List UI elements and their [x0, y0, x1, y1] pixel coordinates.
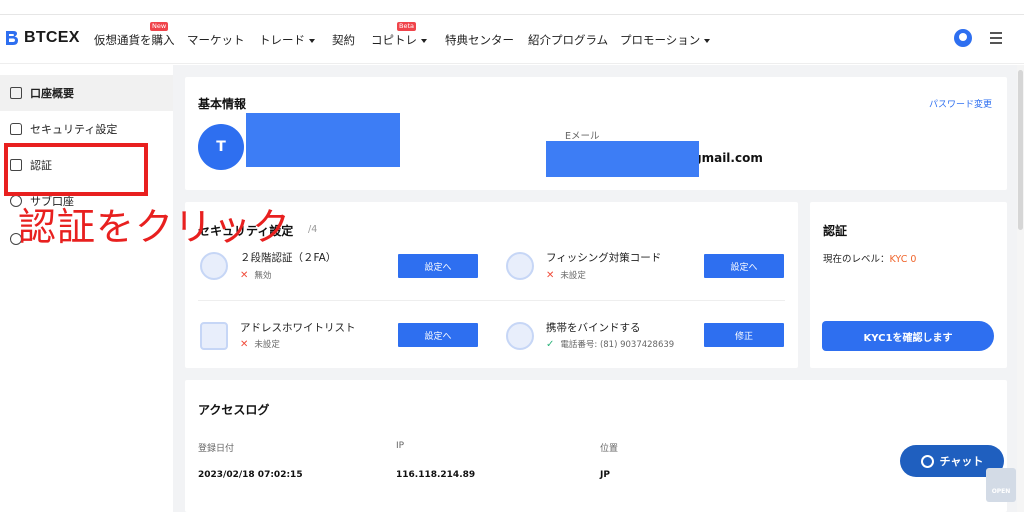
email-value: gmail.com	[693, 151, 763, 165]
wallet-icon	[10, 87, 22, 99]
chevron-down-icon	[309, 38, 315, 43]
check-icon: ✓	[546, 338, 555, 350]
top-navigation-bar: BTCEX 仮想通貨を購入 New マーケット トレード 契約 コピトレ Bet…	[0, 14, 1024, 64]
divider	[198, 300, 785, 301]
nav-contract[interactable]: 契約	[332, 32, 355, 48]
annotation-highlight-box	[4, 143, 148, 196]
security-item-status: ✕ 未設定	[240, 338, 280, 351]
email-label: Eメール	[565, 131, 600, 142]
account-sidebar: 口座概要 セキュリティ設定 認証 サブ口座	[0, 65, 173, 512]
nav-label: コピトレ	[371, 33, 417, 47]
nav-promotion[interactable]: プロモーション	[620, 32, 711, 48]
nav-rewards-center[interactable]: 特典センター	[445, 32, 514, 48]
profile-avatar: T	[198, 124, 244, 170]
nav-label: 特典センター	[445, 33, 514, 47]
chevron-down-icon	[704, 38, 711, 43]
security-item-status: ✕ 無効	[240, 269, 272, 282]
btcex-logo-icon	[4, 29, 20, 47]
nav-label: プロモーション	[620, 33, 701, 47]
log-cell-date: 2023/02/18 07:02:15	[198, 470, 303, 480]
sidebar-item-security[interactable]: セキュリティ設定	[0, 111, 173, 147]
log-cell-location: JP	[600, 470, 610, 480]
annotation-text: 認証をクリック	[18, 205, 292, 249]
nav-label: 契約	[332, 33, 355, 47]
two-factor-setup-button[interactable]: 設定へ	[398, 254, 478, 278]
nav-label: 紹介プログラム	[528, 33, 609, 47]
cross-icon: ✕	[240, 269, 249, 281]
sidebar-item-label: 口座概要	[30, 87, 74, 100]
address-whitelist-icon	[200, 322, 228, 350]
phone-edit-button[interactable]: 修正	[704, 323, 784, 347]
scrollbar-thumb[interactable]	[1018, 70, 1023, 230]
nav-label: 仮想通貨を購入	[94, 33, 175, 47]
phone-icon	[506, 322, 534, 350]
kyc-verify-button[interactable]: KYC1を確認します	[822, 321, 994, 351]
basic-info-card: 基本情報 パスワード変更 T Eメール gmail.com	[185, 77, 1007, 190]
two-factor-icon	[200, 252, 228, 280]
nav-trade[interactable]: トレード	[259, 32, 315, 48]
security-count: /4	[308, 224, 318, 235]
nav-market[interactable]: マーケット	[187, 32, 245, 48]
access-log-title: アクセスログ	[198, 403, 270, 417]
kyc-level-label: 現在のレベル：	[823, 254, 890, 265]
hamburger-menu-icon[interactable]	[990, 32, 1002, 44]
kyc-title: 認証	[823, 224, 848, 238]
nav-label: マーケット	[187, 33, 245, 47]
access-log-card: アクセスログ 登録日付 IP 位置 2023/02/18 07:02:15 11…	[185, 380, 1007, 512]
chat-label: チャット	[939, 455, 984, 468]
nav-buy-crypto[interactable]: 仮想通貨を購入 New	[94, 22, 175, 48]
kyc-level-value: KYC 0	[889, 254, 917, 265]
security-item-name: フィッシング対策コード	[546, 252, 662, 264]
cross-icon: ✕	[240, 338, 249, 350]
basic-info-title: 基本情報	[198, 97, 247, 111]
chat-bubble-icon	[920, 454, 934, 468]
security-item-name: アドレスホワイトリスト	[240, 322, 356, 334]
brand-name: BTCEX	[24, 29, 80, 46]
sidebar-item-account-overview[interactable]: 口座概要	[0, 75, 173, 111]
user-avatar-icon[interactable]	[954, 29, 972, 47]
new-badge: New	[150, 22, 169, 31]
security-item-name: ２段階認証（２FA）	[240, 252, 337, 264]
anti-phishing-icon	[506, 252, 534, 280]
nav-referral[interactable]: 紹介プログラム	[528, 32, 608, 48]
column-header-date: 登録日付	[198, 444, 235, 454]
beta-badge: Beta	[397, 22, 416, 31]
sidebar-item-label: セキュリティ設定	[30, 123, 118, 136]
main-content: 基本情報 パスワード変更 T Eメール gmail.com セキュリティ設定 /…	[173, 65, 1024, 512]
redacted-username	[246, 113, 400, 167]
change-password-link[interactable]: パスワード変更	[929, 97, 992, 110]
avatar-initial: T	[216, 139, 226, 155]
address-whitelist-setup-button[interactable]: 設定へ	[398, 323, 478, 347]
redacted-email	[546, 141, 699, 177]
kyc-level: 現在のレベル：KYC 0	[823, 251, 916, 265]
nav-label: トレード	[259, 33, 305, 47]
column-header-ip: IP	[396, 441, 405, 451]
security-item-status: ✓ 電話番号: (81) 9037428639	[546, 338, 675, 351]
brand-logo[interactable]: BTCEX	[4, 29, 80, 47]
chevron-down-icon	[421, 38, 427, 43]
security-item-name: 携帯をバインドする	[546, 322, 641, 334]
column-header-location: 位置	[600, 444, 619, 454]
kyc-card: 認証 現在のレベル：KYC 0 KYC1を確認します	[810, 202, 1007, 368]
lock-icon	[10, 123, 22, 135]
log-cell-ip: 116.118.214.89	[396, 470, 476, 480]
nav-copy-trade[interactable]: コピトレ Beta	[371, 22, 427, 48]
security-item-status: ✕ 未設定	[546, 269, 586, 282]
open-badge[interactable]: OPEN	[986, 468, 1016, 502]
anti-phishing-setup-button[interactable]: 設定へ	[704, 254, 784, 278]
cross-icon: ✕	[546, 269, 555, 281]
